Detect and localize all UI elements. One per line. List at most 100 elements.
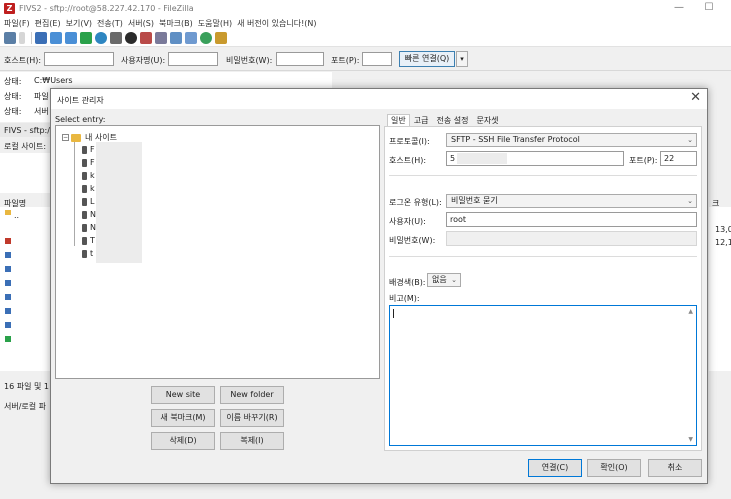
find-icon[interactable] — [215, 32, 227, 44]
menu-edit[interactable]: 편집(E) — [35, 18, 61, 29]
size-column-header[interactable]: 크 — [712, 198, 719, 209]
tab-general[interactable]: 일반 — [387, 114, 410, 126]
connect-button[interactable]: 연결(C) — [528, 459, 582, 477]
tab-charset[interactable]: 문자셋 — [472, 114, 502, 126]
host-input[interactable] — [44, 52, 114, 66]
tree-site-item[interactable]: N — [82, 223, 96, 232]
chevron-down-icon: ⌄ — [687, 197, 693, 205]
background-color-value: 없음 — [432, 275, 447, 284]
server-icon — [82, 145, 87, 154]
collapse-icon[interactable]: − — [62, 134, 69, 141]
file-icon — [5, 252, 11, 258]
server-icon — [82, 171, 87, 180]
redacted-host — [457, 153, 507, 164]
password-field[interactable] — [446, 231, 697, 246]
tree-site-item[interactable]: F — [82, 158, 95, 167]
quickconnect-dropdown[interactable]: ▾ — [456, 51, 468, 67]
menu-view[interactable]: 보기(V) — [66, 18, 92, 29]
tree-site-item[interactable]: N — [82, 210, 96, 219]
delete-button[interactable]: 삭제(D) — [151, 432, 215, 450]
tree-site-item[interactable]: t — [82, 249, 93, 258]
site-tree[interactable]: − 내 사이트 F F k k L N N T t — [55, 125, 380, 379]
toggle-remote-tree-icon[interactable] — [65, 32, 77, 44]
comments-textarea[interactable]: ▲ ▼ — [389, 305, 697, 446]
reconnect-icon[interactable] — [155, 32, 167, 44]
compare-icon[interactable] — [185, 32, 197, 44]
file-icon — [5, 280, 11, 286]
maximize-button[interactable]: ☐ — [695, 0, 723, 16]
user-value: root — [450, 215, 467, 224]
file-icon — [5, 322, 11, 328]
user-label: 사용자(U): — [389, 217, 426, 226]
toggle-local-tree-icon[interactable] — [50, 32, 62, 44]
user-field[interactable]: root — [446, 212, 697, 227]
ok-button[interactable]: 확인(O) — [587, 459, 641, 477]
background-site-tab[interactable]: FIVS - sftp:/ — [4, 126, 50, 135]
server-icon — [82, 197, 87, 206]
menu-bookmarks[interactable]: 북마크(B) — [159, 18, 193, 29]
protocol-select[interactable]: SFTP - SSH File Transfer Protocol ⌄ — [446, 133, 697, 147]
refresh-icon[interactable] — [95, 32, 107, 44]
menu-new-version[interactable]: 새 버전이 있습니다!(N) — [237, 18, 316, 29]
tree-site-item[interactable]: k — [82, 171, 95, 180]
section-divider — [389, 256, 697, 257]
site-name: k — [90, 184, 95, 193]
new-bookmark-button[interactable]: 새 북마크(M) — [151, 409, 215, 427]
queue-tab-label[interactable]: 서버/로컬 파 — [4, 401, 46, 412]
site-manager-icon[interactable] — [4, 32, 16, 44]
site-dropdown-icon[interactable] — [19, 32, 25, 44]
disconnect-icon[interactable] — [140, 32, 152, 44]
site-name: N — [90, 210, 96, 219]
host-label: 호스트(H): — [4, 56, 42, 65]
toggle-queue-icon[interactable] — [80, 32, 92, 44]
menu-file[interactable]: 파일(F) — [4, 18, 30, 29]
tab-advanced[interactable]: 고급 — [410, 114, 433, 126]
comments-label: 비고(M): — [389, 294, 420, 303]
process-queue-icon[interactable] — [110, 32, 122, 44]
cancel-icon[interactable] — [125, 32, 137, 44]
server-icon — [82, 184, 87, 193]
duplicate-button[interactable]: 복제(I) — [220, 432, 284, 450]
username-input[interactable] — [168, 52, 218, 66]
new-folder-button[interactable]: New folder — [220, 386, 284, 404]
tab-transfer-settings[interactable]: 전송 설정 — [432, 114, 472, 126]
menu-help[interactable]: 도움말(H) — [198, 18, 232, 29]
rename-button[interactable]: 이름 바꾸기(R) — [220, 409, 284, 427]
close-icon[interactable]: ✕ — [690, 91, 701, 105]
protocol-value: SFTP - SSH File Transfer Protocol — [451, 135, 580, 144]
local-site-label: 로컬 사이트: — [4, 142, 47, 151]
new-site-button[interactable]: New site — [151, 386, 215, 404]
scroll-down-icon[interactable]: ▼ — [688, 436, 693, 443]
tree-site-item[interactable]: F — [82, 145, 95, 154]
toggle-log-icon[interactable] — [35, 32, 47, 44]
password-input[interactable] — [276, 52, 324, 66]
logon-type-select[interactable]: 비밀번호 묻기 ⌄ — [446, 194, 697, 208]
remote-size-cell: 12,1 — [715, 238, 731, 247]
file-icon — [5, 294, 11, 300]
quickconnect-button[interactable]: 빠른 연결(Q) — [399, 51, 455, 67]
local-tree-panel — [0, 153, 50, 193]
menu-transfer[interactable]: 전송(T) — [97, 18, 123, 29]
port-value: 22 — [664, 154, 675, 163]
parent-dir-item[interactable]: .. — [14, 211, 19, 220]
minimize-button[interactable]: — — [665, 0, 693, 16]
cancel-button[interactable]: 취소 — [648, 459, 702, 477]
port-field[interactable]: 22 — [660, 151, 697, 166]
file-icon — [5, 266, 11, 272]
tree-site-item[interactable]: T — [82, 236, 95, 245]
file-icon — [5, 238, 11, 244]
background-color-select[interactable]: 없음 ⌄ — [427, 273, 461, 287]
menu-server[interactable]: 서버(S) — [128, 18, 154, 29]
log-label: 상태: — [4, 77, 22, 86]
tree-site-item[interactable]: k — [82, 184, 95, 193]
site-name: F — [90, 145, 95, 154]
sync-browse-icon[interactable] — [200, 32, 212, 44]
quickconnect-bar: 호스트(H): 사용자명(U): 비밀번호(W): 포트(P): 빠른 연결(Q… — [0, 48, 731, 71]
port-input[interactable] — [362, 52, 392, 66]
tree-site-item[interactable]: L — [82, 197, 94, 206]
site-name: L — [90, 197, 95, 206]
site-name: F — [90, 158, 95, 167]
scroll-up-icon[interactable]: ▲ — [688, 308, 693, 315]
window-titlebar: Z FIVS2 - sftp://root@58.227.42.170 - Fi… — [0, 0, 731, 16]
filter-icon[interactable] — [170, 32, 182, 44]
